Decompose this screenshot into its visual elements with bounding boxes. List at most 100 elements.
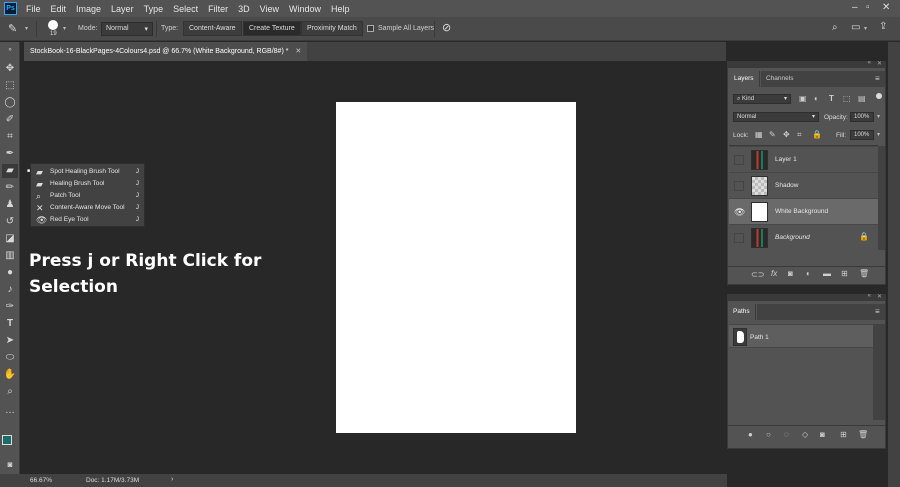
visibility-toggle[interactable]	[734, 233, 744, 243]
filter-type-icon[interactable]: T	[829, 94, 834, 103]
trash-icon[interactable]: 🗑	[859, 269, 869, 278]
close-panel-icon[interactable]: ✕	[877, 60, 882, 67]
history-brush-tool-icon[interactable]: ↺	[2, 215, 18, 229]
blend-mode-select[interactable]: Normal ▾	[733, 112, 819, 122]
more-tools-icon[interactable]: …	[2, 404, 18, 418]
shape-tool-icon[interactable]: ⬭	[2, 351, 18, 365]
menu-layer[interactable]: Layer	[106, 4, 139, 14]
layer-row-shadow[interactable]: Shadow	[729, 172, 878, 198]
menu-view[interactable]: View	[255, 4, 284, 14]
pen-tool-icon[interactable]: ✑	[2, 300, 18, 314]
fx-icon[interactable]: fx	[771, 269, 777, 278]
quick-mask-icon[interactable]: ◙	[2, 458, 18, 472]
menu-filter[interactable]: Filter	[203, 4, 233, 14]
maximize-icon[interactable]: ▫	[866, 2, 870, 13]
new-group-icon[interactable]: ▬	[823, 269, 831, 278]
flyout-item-patch[interactable]: ⌕ Patch Tool J	[31, 190, 144, 202]
share-icon[interactable]: ⇪	[879, 21, 887, 32]
search-icon[interactable]: ⌕	[832, 22, 838, 33]
pressure-size-icon[interactable]: ⊘	[442, 21, 451, 34]
menu-select[interactable]: Select	[168, 4, 203, 14]
lock-transparent-icon[interactable]: ▦	[755, 130, 763, 139]
layers-scrollbar[interactable]	[878, 146, 885, 250]
flyout-item-red-eye[interactable]: 👁 Red Eye Tool J	[31, 214, 144, 226]
path-selection-tool-icon[interactable]: ➤	[2, 334, 18, 348]
sample-all-layers-checkbox[interactable]	[367, 25, 374, 32]
content-aware-button[interactable]: Content-Aware	[183, 21, 242, 36]
chevron-down-icon[interactable]: ▾	[877, 131, 880, 138]
tab-channels[interactable]: Channels	[761, 71, 805, 87]
adjustment-layer-icon[interactable]: ◐	[806, 269, 811, 278]
layer-row-layer-1[interactable]: Layer 1	[729, 146, 878, 172]
hand-tool-icon[interactable]: ✋	[2, 368, 18, 382]
brush-picker-chevron-icon[interactable]: ▾	[63, 25, 66, 32]
layer-row-background[interactable]: Background 🔒	[729, 224, 878, 250]
dodge-tool-icon[interactable]: ♪	[2, 283, 18, 297]
filter-shape-icon[interactable]: ⬚	[843, 94, 851, 103]
make-work-path-icon[interactable]: ◇	[802, 430, 808, 439]
zoom-level[interactable]: 66.67%	[30, 477, 52, 484]
opacity-input[interactable]: 100%	[850, 112, 874, 122]
menu-3d[interactable]: 3D	[233, 4, 255, 14]
blur-tool-icon[interactable]: ●	[2, 266, 18, 280]
panel-menu-icon[interactable]: ≡	[875, 74, 880, 83]
flyout-item-healing-brush[interactable]: ▰ Healing Brush Tool J	[31, 178, 144, 190]
toolbar-collapse-icon[interactable]: »	[2, 46, 18, 54]
layer-row-white-background[interactable]: 👁 White Background	[729, 198, 878, 224]
document-canvas[interactable]	[336, 102, 576, 433]
link-layers-icon[interactable]: ⊂⊃	[751, 270, 764, 279]
lock-image-icon[interactable]: ✎	[769, 130, 776, 139]
menu-type[interactable]: Type	[139, 4, 169, 14]
eyedropper-tool-icon[interactable]: ✒	[2, 147, 18, 161]
move-tool-icon[interactable]: ✥	[2, 62, 18, 76]
proximity-match-button[interactable]: Proximity Match	[301, 21, 363, 36]
crop-tool-icon[interactable]: ⌗	[2, 130, 18, 144]
stroke-path-icon[interactable]: ○	[766, 430, 771, 439]
minimize-icon[interactable]: –	[852, 2, 858, 13]
spot-healing-brush-tool-icon[interactable]: ▰	[2, 164, 18, 178]
tab-layers[interactable]: Layers	[728, 71, 760, 87]
create-texture-button[interactable]: Create Texture	[243, 21, 301, 36]
gradient-tool-icon[interactable]: ▥	[2, 249, 18, 263]
visibility-toggle[interactable]	[734, 181, 744, 191]
trash-icon[interactable]: 🗑	[858, 430, 868, 439]
load-as-selection-icon[interactable]: ◌	[784, 430, 789, 439]
chevron-down-icon[interactable]: ▾	[877, 113, 880, 120]
paths-scrollbar[interactable]	[873, 324, 885, 420]
type-tool-icon[interactable]: T	[2, 317, 18, 331]
lasso-tool-icon[interactable]: ◯	[2, 96, 18, 110]
clone-stamp-tool-icon[interactable]: ♟	[2, 198, 18, 212]
tab-paths[interactable]: Paths	[728, 304, 756, 320]
add-mask-icon[interactable]: ◙	[820, 430, 825, 439]
filter-adjustment-icon[interactable]: ◐	[814, 94, 819, 103]
kind-filter-select[interactable]: ⌕ Kind ▾	[733, 94, 791, 104]
status-menu-icon[interactable]: ›	[171, 476, 173, 483]
fill-path-icon[interactable]: ●	[748, 430, 753, 439]
chevron-down-icon[interactable]: ▾	[25, 25, 28, 32]
workspace-icon[interactable]: ▭	[851, 22, 860, 33]
menu-window[interactable]: Window	[284, 4, 326, 14]
collapse-panel-icon[interactable]: «	[868, 60, 871, 66]
chevron-down-icon[interactable]: ▾	[864, 25, 867, 32]
lock-all-icon[interactable]: 🔒	[812, 130, 822, 139]
quick-selection-tool-icon[interactable]: ✐	[2, 113, 18, 127]
collapse-panel-icon[interactable]: «	[868, 293, 871, 299]
close-panel-icon[interactable]: ✕	[877, 293, 882, 300]
layer-mask-icon[interactable]: ◙	[788, 269, 793, 278]
lock-position-icon[interactable]: ✥	[783, 130, 790, 139]
menu-image[interactable]: Image	[71, 4, 106, 14]
lock-artboard-icon[interactable]: ⌗	[797, 130, 802, 140]
new-layer-icon[interactable]: ⊞	[841, 269, 848, 278]
foreground-color-swatch[interactable]	[2, 435, 12, 445]
document-tab[interactable]: StockBook-16-BlackPages-4Colours4.psd @ …	[24, 42, 308, 61]
filter-toggle-icon[interactable]	[876, 93, 882, 99]
fill-input[interactable]: 100%	[850, 130, 874, 140]
close-icon[interactable]: ✕	[882, 2, 890, 13]
menu-help[interactable]: Help	[326, 4, 355, 14]
menu-file[interactable]: File	[21, 4, 46, 14]
panel-menu-icon[interactable]: ≡	[875, 307, 880, 316]
healing-brush-preset-icon[interactable]: ✎	[8, 22, 17, 35]
mode-select[interactable]: Normal ▾	[101, 22, 153, 36]
marquee-tool-icon[interactable]: ⬚	[2, 79, 18, 93]
new-path-icon[interactable]: ⊞	[840, 430, 847, 439]
